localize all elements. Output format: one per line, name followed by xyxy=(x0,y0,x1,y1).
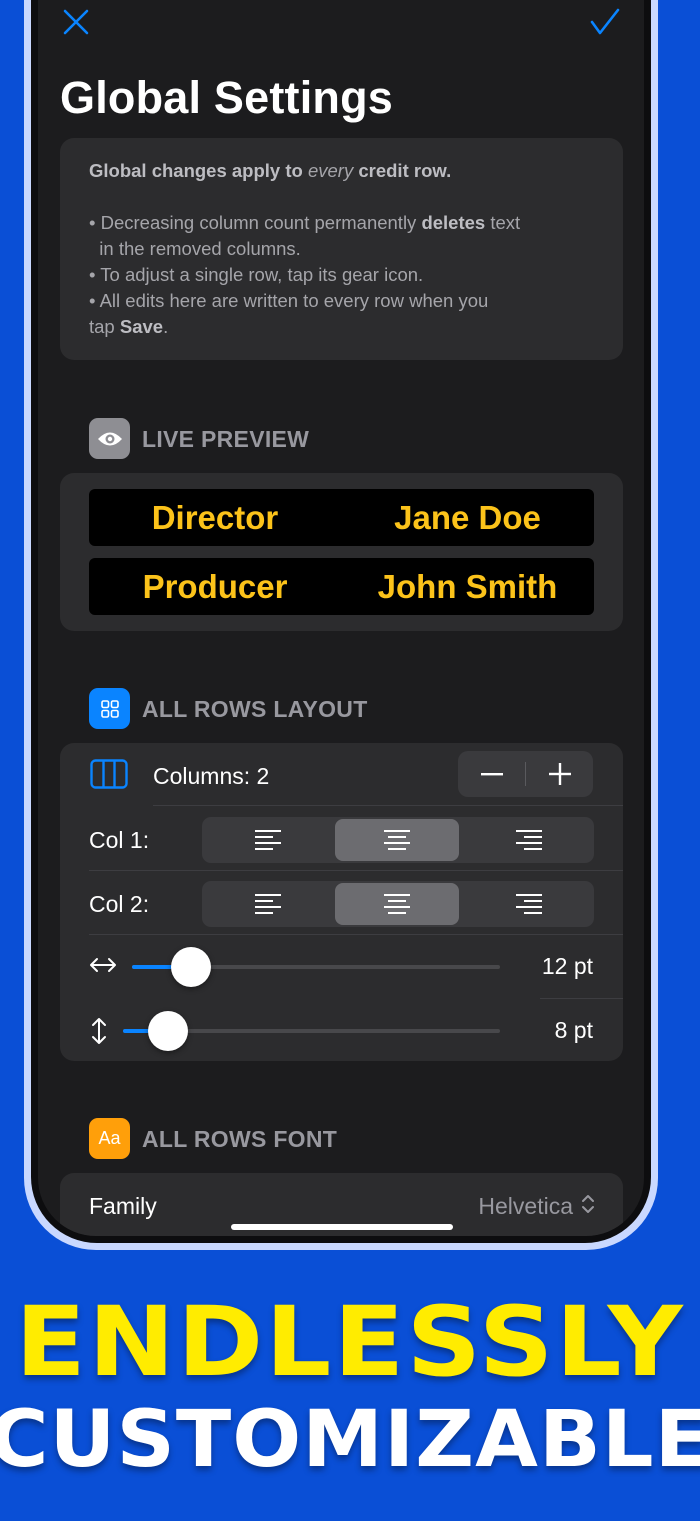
divider xyxy=(153,805,623,806)
vertical-spacing-slider-knob[interactable] xyxy=(148,1011,189,1051)
info-line-1: Global changes apply to every credit row… xyxy=(89,160,452,181)
info-bullet-1: • Decreasing column count permanently de… xyxy=(89,212,521,233)
align-right-button[interactable] xyxy=(463,817,594,863)
app-screen: Global Settings Global changes apply to … xyxy=(38,0,644,1236)
preview-row: Producer John Smith xyxy=(89,558,594,615)
vertical-spacing-value: 8 pt xyxy=(554,1017,593,1043)
page-title: Global Settings xyxy=(60,72,394,123)
info-bullet-2: • To adjust a single row, tap its gear i… xyxy=(89,264,424,285)
col2-alignment-control xyxy=(202,881,594,927)
vertical-spacing-icon xyxy=(90,1017,108,1050)
columns-count-label: Columns: 2 xyxy=(153,763,270,789)
info-card: Global changes apply to every credit row… xyxy=(60,138,623,360)
columns-icon xyxy=(90,759,128,794)
live-preview-label: LIVE PREVIEW xyxy=(142,426,310,452)
horizontal-spacing-slider-knob[interactable] xyxy=(170,947,211,987)
font-family-label: Family xyxy=(89,1193,157,1219)
align-center-button[interactable] xyxy=(335,819,459,861)
grid-icon xyxy=(89,688,130,729)
align-right-button[interactable] xyxy=(463,881,594,927)
stepper-decrement-button[interactable] xyxy=(458,751,525,797)
align-left-button[interactable] xyxy=(202,881,333,927)
preview-card: Director Jane Doe Producer John Smith xyxy=(60,473,623,631)
font-family-picker[interactable]: Helvetica xyxy=(440,1193,595,1220)
font-icon: Aa xyxy=(89,1118,130,1159)
preview-name: John Smith xyxy=(377,568,558,605)
chevron-up-down-icon xyxy=(581,1194,595,1219)
layout-card: Columns: 2 Col 1: Col 2: 12 pt 8 pt xyxy=(60,743,623,1061)
headline-line-1: ENDLESSLY xyxy=(15,1286,685,1398)
stepper-increment-button[interactable] xyxy=(526,751,593,797)
all-rows-layout-label: ALL ROWS LAYOUT xyxy=(142,696,368,722)
preview-role: Director xyxy=(151,499,279,536)
close-icon[interactable] xyxy=(62,8,90,36)
col1-alignment-control xyxy=(202,817,594,863)
eye-icon xyxy=(89,418,130,459)
preview-name: Jane Doe xyxy=(394,499,541,536)
info-bullet-3-cont: tap Save. xyxy=(89,316,169,337)
align-left-button[interactable] xyxy=(202,817,333,863)
preview-row: Director Jane Doe xyxy=(89,489,594,546)
home-indicator xyxy=(231,1224,453,1230)
columns-stepper xyxy=(458,751,593,797)
headline-line-2: CUSTOMIZABLE xyxy=(0,1395,700,1485)
horizontal-spacing-value: 12 pt xyxy=(541,953,593,979)
divider xyxy=(89,934,623,935)
col2-label: Col 2: xyxy=(89,891,150,917)
align-center-button[interactable] xyxy=(335,883,459,925)
divider xyxy=(89,870,623,871)
col1-label: Col 1: xyxy=(89,827,150,853)
checkmark-icon[interactable] xyxy=(590,8,620,36)
info-bullet-1-cont: in the removed columns. xyxy=(89,238,301,259)
all-rows-font-label: ALL ROWS FONT xyxy=(142,1126,338,1152)
info-bullet-3: • All edits here are written to every ro… xyxy=(89,290,489,311)
divider xyxy=(540,998,623,999)
preview-role: Producer xyxy=(142,568,288,605)
font-family-value: Helvetica xyxy=(478,1193,573,1219)
horizontal-spacing-icon xyxy=(89,956,117,979)
